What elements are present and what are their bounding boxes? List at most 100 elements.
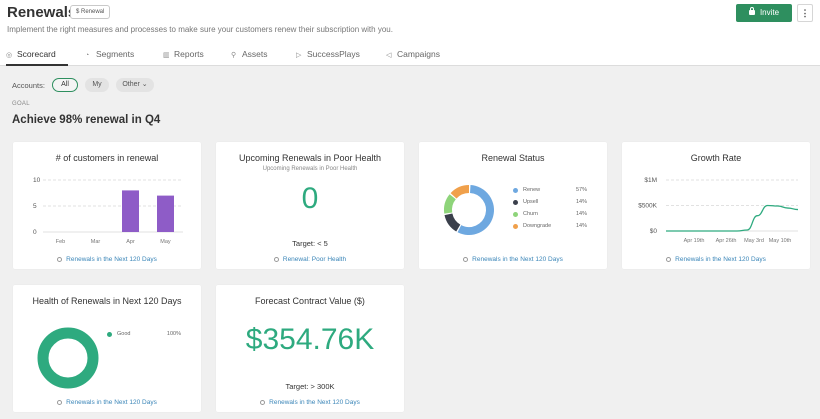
legend-value: 57% [575,187,587,193]
forecast-card: Forecast Contract Value ($) $354.76K Tar… [216,285,404,412]
legend-swatch [513,200,518,205]
x-tick-label: Feb [56,239,65,245]
x-tick-label: May [160,239,171,245]
legend-item-good: Good 100% [107,331,181,343]
goal-label: GOAL [12,101,30,107]
tab-successplays[interactable]: ▷ SuccessPlays [296,46,360,66]
page-subtitle: Implement the right measures and process… [7,25,393,34]
card-title: Health of Renewals in Next 120 Days [32,296,182,306]
legend-value: 14% [575,223,587,229]
invite-label: Invite [759,8,780,17]
legend-item-renew: Renew 57% [513,187,587,199]
renewals-120-link[interactable]: Renewals in the Next 120 Days [216,399,404,406]
chart-link-icon [57,400,63,405]
x-tick-label: Mar [91,239,101,245]
legend-item-downgrade: Downgrade 14% [513,223,587,235]
megaphone-icon: ◁ [386,52,392,59]
card-title: Renewal Status [481,153,545,163]
legend-label: Upsell [523,199,539,205]
page-title: Renewals [7,4,77,21]
y-tick-label: $0 [650,228,658,235]
legend-swatch [513,224,518,229]
x-tick-label: May 10th [769,238,792,244]
donut-slice-renew[interactable] [457,185,494,235]
donut-slice-good[interactable] [37,327,99,389]
segments-icon: ◔ [85,52,90,59]
filter-all[interactable]: All [52,78,78,92]
accounts-label: Accounts: [12,81,45,90]
chart-link-icon [260,400,266,405]
bar-may[interactable] [157,195,174,232]
x-tick-label: May 3rd [744,238,764,244]
tab-scorecard[interactable]: ◎ Scorecard [6,46,68,66]
poor-health-target: Target: < 5 [292,239,328,248]
growth-line-chart: $1M $500K $0 Apr 19th Apr 26th May 3rd May 10t… [638,177,799,244]
lock-icon [748,7,755,15]
more-options-button[interactable]: ⋮ [797,4,813,22]
play-icon: ▷ [296,52,302,59]
legend-label: Renew [523,187,541,193]
legend-swatch [513,188,518,193]
y-tick-label: 0 [33,229,37,236]
health-legend: Good 100% [107,331,181,343]
renewals-120-link[interactable]: Renewals in the Next 120 Days [13,399,201,406]
page-header: Renewals $ Renewal Implement the right m… [0,0,820,66]
tab-reports[interactable]: ▥ Reports [163,46,204,66]
reports-icon: ▥ [163,52,170,59]
legend-value: 100% [166,331,181,337]
forecast-value: $354.76K [245,323,375,356]
growth-line[interactable] [666,204,799,232]
renewal-badge: $ Renewal [70,5,111,19]
tab-segments[interactable]: ◔ Segments [85,46,134,66]
donut-slice-churn[interactable] [444,194,456,214]
health-renewals-card: Health of Renewals in Next 120 Days Good… [13,285,201,412]
goal-text: Achieve 98% renewal in Q4 [12,114,161,126]
renewal-status-card: Renewal Status Renew 57% Upsell 14% Churn 14%… [419,142,607,269]
legend-swatch [513,212,518,217]
card-title: Forecast Contract Value ($) [255,296,365,306]
card-title: Upcoming Renewals in Poor Health [238,153,382,163]
card-title: # of customers in renewal [55,153,159,163]
legend-item-upsell: Upsell 14% [513,199,587,211]
tab-campaigns[interactable]: ◁ Campaigns [386,46,440,66]
bar-apr[interactable] [122,190,139,232]
x-tick-label: Apr 19th [684,238,705,244]
renewals-120-link[interactable]: Renewals in the Next 120 Days [13,256,201,263]
poor-health-count: 0 [301,182,319,215]
chart-link-icon [666,257,672,262]
donut-slice-upsell[interactable] [444,213,461,232]
poor-health-link[interactable]: Renewal: Poor Health [216,256,404,263]
renewals-120-link[interactable]: Renewals in the Next 120 Days [419,256,607,263]
renewal-status-donut [444,185,494,235]
customers-in-renewal-card: # of customers in renewal 10 5 0 Feb Mar Apr M… [13,142,201,269]
filter-other-dropdown[interactable]: Other ⌄ [116,78,154,92]
chart-link-icon [273,257,279,262]
x-tick-label: Apr 26th [716,238,737,244]
renewals-120-link[interactable]: Renewals in the Next 120 Days [622,256,810,263]
filter-my[interactable]: My [85,78,109,92]
tab-bar: ◎ Scorecard ◔ Segments ▥ Reports ⚲ Assets ▷ S… [0,46,820,66]
y-tick-label: $500K [638,203,657,210]
card-subtitle: Upcoming Renewals in Poor Health [262,166,358,172]
scorecard-icon: ◎ [6,52,13,59]
tab-assets[interactable]: ⚲ Assets [231,46,268,66]
y-tick-label: 10 [33,177,41,184]
chart-link-icon [57,257,63,262]
assets-icon: ⚲ [231,52,237,59]
growth-rate-card: Growth Rate $1M $500K $0 Apr 19th Apr 26th Ma… [622,142,810,269]
card-title: Growth Rate [690,153,742,163]
legend-value: 14% [575,199,587,205]
legend-label: Churn [523,211,538,217]
renewal-bar-chart: 10 5 0 Feb Mar Apr May [33,177,183,245]
invite-button[interactable]: Invite [736,4,792,22]
y-tick-label: 5 [33,203,37,210]
forecast-target: Target: > 300K [285,382,335,391]
x-tick-label: Apr [126,239,135,245]
legend-label: Downgrade [523,223,552,229]
poor-health-card: Upcoming Renewals in Poor Health Upcomin… [216,142,404,269]
health-donut [37,327,99,389]
y-tick-label: $1M [644,177,657,184]
legend-item-churn: Churn 14% [513,211,587,223]
donut-slice-downgrade[interactable] [450,185,470,199]
legend-label: Good [117,331,131,337]
